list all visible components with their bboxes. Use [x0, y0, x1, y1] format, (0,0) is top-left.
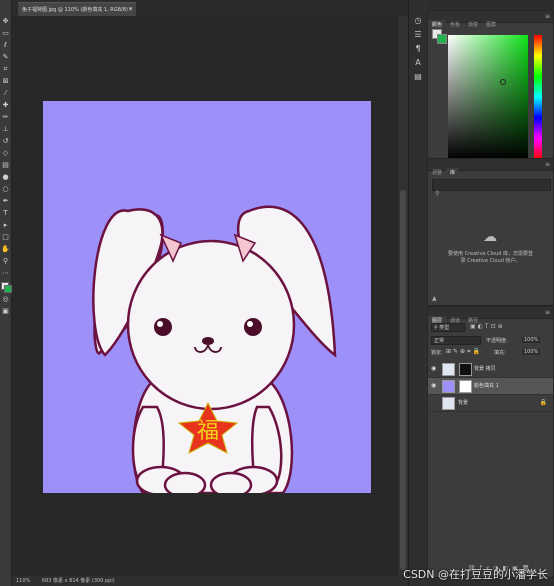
panel-icon-strip: ◷ ☰ ¶ A ▤	[408, 0, 427, 586]
layer-name: 背景 拷贝	[474, 366, 496, 372]
search-icon: ⚲	[435, 190, 440, 197]
library-search-input[interactable]: ⚲	[432, 179, 551, 197]
tab-libraries[interactable]: 库	[446, 168, 460, 179]
panel-menu-icon[interactable]: ≡	[545, 11, 550, 22]
hand-icon[interactable]: ✋	[1, 246, 10, 253]
panel-menu-icon[interactable]: ≡	[545, 159, 550, 170]
move-icon[interactable]: ✥	[1, 18, 10, 25]
tab-swatches[interactable]: 色板	[446, 20, 464, 31]
quick-mask-icon[interactable]: ◎	[1, 296, 10, 303]
crop-icon[interactable]: ⌗	[1, 66, 10, 73]
right-panel-dock: 颜色 色板 渐变 图案 ≡ 调整库 ≡ ⚲ ☁ 要使用 Creative Cloud …	[427, 0, 554, 586]
document-size: 683 像素 x 814 像素 (300 ppi)	[41, 578, 115, 584]
layer-filter-icons[interactable]: ▣◐T⊡⊕	[470, 323, 505, 330]
layer-mask-thumbnail	[459, 363, 472, 376]
history-brush-icon[interactable]: ↺	[1, 138, 10, 145]
properties-icon[interactable]: ☰	[413, 30, 423, 40]
layer-mask-thumbnail	[459, 380, 472, 393]
picker-cursor[interactable]	[500, 79, 506, 85]
layers-panel: 图层 通道 路径 ≡ ⚲ 类型 ▣◐T⊡⊕ 正常 不透明度: 100% 锁定: ⊞✎…	[427, 306, 554, 578]
tools-panel: ✥ ▭ ℓ ✎ ⌗ ⊠ ⁄ ✚ ✏ ⊥ ↺ ◇ ▤ ● ○ ✒ T ▸ □ ✋ …	[0, 0, 12, 586]
eyedropper-icon[interactable]: ⁄	[1, 90, 10, 97]
tab-patterns[interactable]: 图案	[482, 20, 500, 31]
brush-icon[interactable]: ✏	[1, 114, 10, 121]
libraries-panel-tabs: 调整库 ≡	[428, 159, 553, 179]
zoom-icon[interactable]: ⚲	[1, 258, 10, 265]
layer-thumbnail	[442, 363, 455, 376]
frame-icon[interactable]: ⊠	[1, 78, 10, 85]
path-select-icon[interactable]: ▸	[1, 222, 10, 229]
lasso-icon[interactable]: ℓ	[1, 42, 10, 49]
document-tab-title: 兔子福特图.jpg @ 110% (颜色填充 1, RGB/8) *	[22, 7, 132, 13]
background-color-swatch[interactable]	[4, 285, 12, 293]
panel-menu-icon[interactable]: ≡	[545, 307, 550, 318]
tab-gradients[interactable]: 渐变	[464, 20, 482, 31]
layer-thumbnail	[442, 397, 455, 410]
layer-filter-select[interactable]: ⚲ 类型	[431, 323, 465, 332]
color-panel-tabs: 颜色 色板 渐变 图案 ≡	[428, 11, 553, 31]
screen-mode-icon[interactable]: ▣	[1, 308, 10, 315]
rabbit-artwork: 福	[92, 205, 337, 493]
gradient-icon[interactable]: ▤	[1, 162, 10, 169]
watermark-text: CSDN @在打豆豆的小潘学长	[403, 568, 548, 581]
libraries-message: 要使用 Creative Cloud 库，您需要登 录 Creative Clo…	[432, 251, 549, 265]
layers-panel-tabs: 图层 通道 路径 ≡	[428, 307, 553, 327]
fill-label: 填充:	[494, 350, 506, 356]
layer-filter-value: 类型	[439, 325, 450, 331]
paragraph-icon[interactable]: ¶	[413, 44, 423, 54]
rectangle-icon[interactable]: □	[1, 234, 10, 241]
library-icon[interactable]: ▤	[413, 72, 423, 82]
tab-adjustments[interactable]: 调整	[428, 168, 446, 179]
dodge-icon[interactable]: ○	[1, 186, 10, 193]
type-icon[interactable]: T	[1, 210, 10, 217]
layer-name: 背景	[458, 400, 469, 406]
healing-icon[interactable]: ✚	[1, 102, 10, 109]
libraries-panel: 调整库 ≡ ⚲ ☁ 要使用 Creative Cloud 库，您需要登 录 Cr…	[427, 158, 554, 306]
libraries-message-line1: 要使用 Creative Cloud 库，您需要登	[447, 251, 533, 257]
history-icon[interactable]: ◷	[413, 16, 423, 26]
close-icon[interactable]: ×	[128, 3, 133, 16]
blur-icon[interactable]: ●	[1, 174, 10, 181]
lock-label: 锁定:	[431, 350, 443, 356]
pen-icon[interactable]: ✒	[1, 198, 10, 205]
opacity-field[interactable]: 100%	[522, 337, 541, 343]
marquee-icon[interactable]: ▭	[1, 30, 10, 37]
color-picker-field[interactable]	[448, 35, 528, 159]
hue-slider[interactable]	[534, 35, 542, 159]
library-footer-icon[interactable]: ▲	[432, 295, 437, 302]
color-panel: 颜色 色板 渐变 图案 ≡	[427, 10, 554, 160]
eraser-icon[interactable]: ◇	[1, 150, 10, 157]
blend-mode-select[interactable]: 正常	[431, 336, 481, 345]
lock-icon: 🔒	[539, 399, 547, 406]
layer-row[interactable]: ◉ 背景 拷贝	[428, 361, 553, 378]
zoom-level[interactable]: 110%	[16, 578, 30, 584]
layer-row[interactable]: 背景 🔒	[428, 395, 553, 412]
character-icon[interactable]: A	[413, 58, 423, 68]
opacity-label: 不透明度:	[486, 338, 508, 344]
more-icon[interactable]: ⋯	[1, 270, 10, 277]
eye-icon[interactable]: ◉	[431, 361, 436, 377]
layer-row[interactable]: ◉ 颜色填充 1	[428, 378, 553, 395]
star-badge-text: 福	[197, 419, 219, 444]
document-canvas[interactable]: 福	[43, 101, 371, 493]
layer-thumbnail	[442, 380, 455, 393]
quick-select-icon[interactable]: ✎	[1, 54, 10, 61]
stamp-icon[interactable]: ⊥	[1, 126, 10, 133]
document-tab[interactable]: 兔子福特图.jpg @ 110% (颜色填充 1, RGB/8) * ×	[18, 2, 136, 16]
fill-field[interactable]: 100%	[522, 349, 541, 355]
layer-name: 颜色填充 1	[474, 383, 499, 389]
status-bar: 110% 683 像素 x 814 像素 (300 ppi)	[12, 576, 408, 586]
background-swatch[interactable]	[437, 34, 447, 44]
lock-icons[interactable]: ⊞✎⊕⌗🔒	[446, 348, 482, 356]
eye-icon[interactable]: ◉	[431, 378, 436, 394]
creative-cloud-icon: ☁	[483, 229, 497, 245]
libraries-message-line2: 录 Creative Cloud 帐户。	[460, 258, 521, 264]
vertical-scrollbar-thumb[interactable]	[400, 190, 406, 570]
